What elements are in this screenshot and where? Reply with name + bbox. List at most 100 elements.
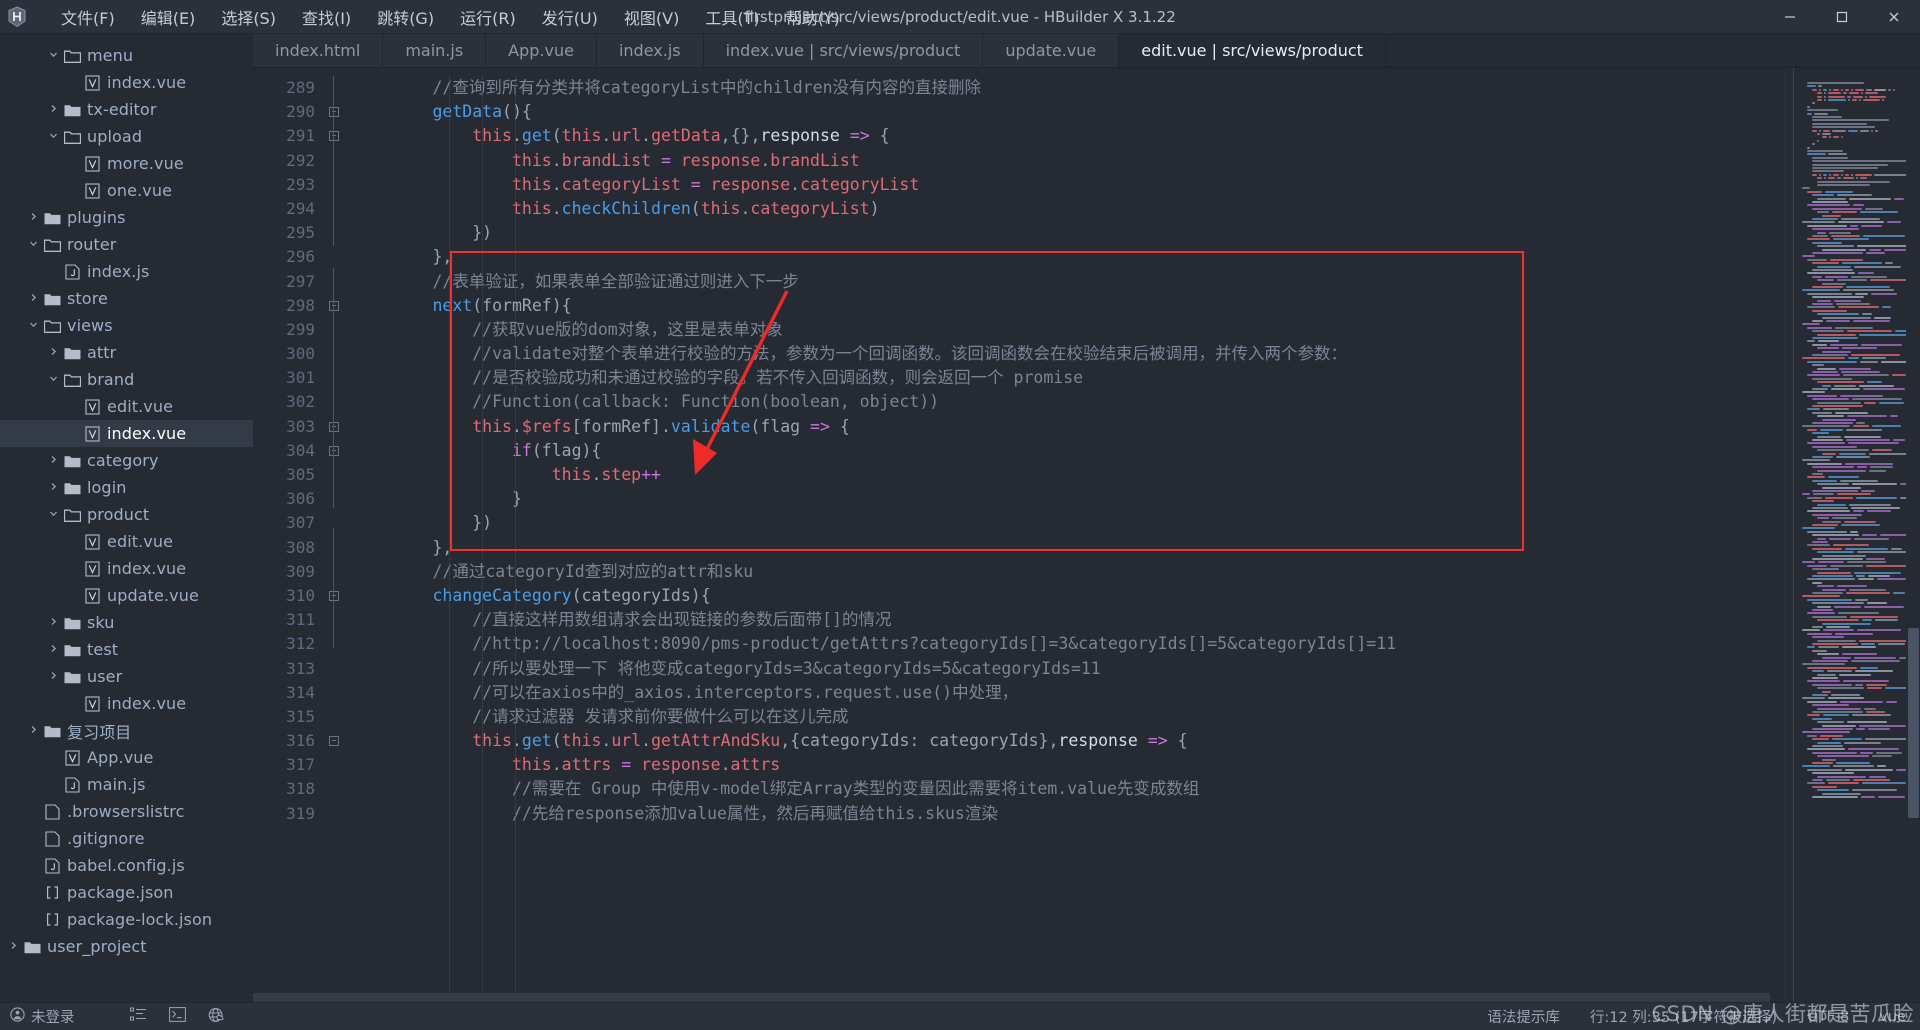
code-line[interactable]: //查询到所有分类并将categoryList中的children没有内容的直接… [349, 76, 1784, 100]
chevron-right-icon[interactable] [26, 293, 41, 304]
tree-item-index-vue[interactable]: index.vue [0, 69, 253, 96]
chevron-down-icon[interactable] [46, 374, 61, 385]
code-line[interactable]: this.get(this.url.getData,{},response =>… [349, 124, 1784, 148]
account-status[interactable]: 未登录 [10, 1006, 75, 1027]
tree-item-index-js[interactable]: index.js [0, 258, 253, 285]
tree-item-more-vue[interactable]: more.vue [0, 150, 253, 177]
menu-run[interactable]: 运行(R) [447, 1, 529, 33]
tree-item-edit-vue[interactable]: edit.vue [0, 528, 253, 555]
editor-tab-update-vue[interactable]: update.vue [983, 34, 1120, 67]
code-line[interactable]: //可以在axios中的_axios.interceptors.request.… [349, 681, 1784, 705]
code-line[interactable]: this.$refs[formRef].validate(flag => { [349, 415, 1784, 439]
tree-item-package-lock-json[interactable]: package-lock.json [0, 906, 253, 933]
chevron-right-icon[interactable] [46, 455, 61, 466]
tree-item-----[interactable]: 复习项目 [0, 717, 253, 744]
tree-item-user-project[interactable]: user_project [0, 933, 253, 960]
tree-item-product[interactable]: product [0, 501, 253, 528]
terminal-icon[interactable] [168, 1007, 186, 1026]
chevron-right-icon[interactable] [46, 347, 61, 358]
code-line[interactable]: //直接这样用数组请求会出现链接的参数后面带[]的情况 [349, 608, 1784, 632]
menu-publish[interactable]: 发行(U) [529, 1, 611, 33]
code-line[interactable]: //需要在 Group 中使用v-model绑定Array类型的变量因此需要将i… [349, 777, 1784, 801]
code-line[interactable]: }, [349, 245, 1784, 269]
code-line[interactable]: this.step++ [349, 463, 1784, 487]
menu-find[interactable]: 查找(I) [289, 1, 364, 33]
tree-item-store[interactable]: store [0, 285, 253, 312]
fold-indicator-bar[interactable] [323, 68, 349, 1002]
tree-item--gitignore[interactable]: .gitignore [0, 825, 253, 852]
code-line[interactable]: //http://localhost:8090/pms-product/getA… [349, 632, 1784, 656]
code-line[interactable]: }, [349, 536, 1784, 560]
chevron-right-icon[interactable] [26, 725, 41, 736]
code-line[interactable]: this.get(this.url.getAttrAndSku,{categor… [349, 729, 1784, 753]
scrollbar-thumb[interactable] [1908, 628, 1919, 818]
chevron-down-icon[interactable] [46, 509, 61, 520]
encoding-label[interactable]: UTF-8 [1807, 1009, 1849, 1025]
code-line[interactable]: }) [349, 221, 1784, 245]
tree-item--browserslistrc[interactable]: .browserslistrc [0, 798, 253, 825]
tree-item-main-js[interactable]: main.js [0, 771, 253, 798]
chevron-right-icon[interactable] [46, 644, 61, 655]
tree-item-test[interactable]: test [0, 636, 253, 663]
tree-item-index-vue[interactable]: index.vue [0, 420, 253, 447]
tree-item-index-vue[interactable]: index.vue [0, 555, 253, 582]
code-line[interactable]: } [349, 487, 1784, 511]
tree-item-brand[interactable]: brand [0, 366, 253, 393]
project-file-tree[interactable]: menu index.vue tx-editor upload more.vue one.… [0, 34, 253, 1002]
syntax-library-label[interactable]: 语法提示库 [1487, 1006, 1560, 1027]
tree-item-plugins[interactable]: plugins [0, 204, 253, 231]
tree-item-category[interactable]: category [0, 447, 253, 474]
editor-tab-edit-vue[interactable]: edit.vue | src/views/product [1119, 34, 1386, 67]
tree-item-app-vue[interactable]: App.vue [0, 744, 253, 771]
code-minimap[interactable] [1784, 68, 1920, 1002]
cursor-position-label[interactable]: 行:12 列:35 (17字符被选择) [1590, 1006, 1777, 1027]
code-line[interactable]: this.categoryList = response.categoryLis… [349, 173, 1784, 197]
code-line[interactable]: //是否校验成功和未通过校验的字段。若不传入回调函数，则会返回一个 promis… [349, 366, 1784, 390]
code-line[interactable]: //通过categoryId查到对应的attr和sku [349, 560, 1784, 584]
chevron-right-icon[interactable] [46, 482, 61, 493]
code-line[interactable]: }) [349, 511, 1784, 535]
code-line[interactable]: changeCategory(categoryIds){ [349, 584, 1784, 608]
code-line[interactable]: //获取vue版的dom对象，这里是表单对象 [349, 318, 1784, 342]
tree-item-package-json[interactable]: package.json [0, 879, 253, 906]
editor-tab-bar[interactable]: index.html main.js App.vue index.js index.vu… [253, 34, 1920, 68]
tree-item-one-vue[interactable]: one.vue [0, 177, 253, 204]
maximize-button[interactable] [1816, 0, 1868, 34]
menu-bar[interactable]: 文件(F) 编辑(E) 选择(S) 查找(I) 跳转(G) 运行(R) 发行(U… [48, 0, 853, 34]
chevron-right-icon[interactable] [46, 617, 61, 628]
horizontal-scrollbar[interactable] [253, 993, 1770, 1002]
code-line[interactable]: //所以要处理一下 将他变成categoryIds=3&categoryIds=… [349, 657, 1784, 681]
code-line[interactable]: this.attrs = response.attrs [349, 753, 1784, 777]
editor-tab-index-html[interactable]: index.html [253, 34, 384, 67]
tree-item-login[interactable]: login [0, 474, 253, 501]
chevron-right-icon[interactable] [46, 671, 61, 682]
menu-goto[interactable]: 跳转(G) [364, 1, 447, 33]
tree-item-babel-config-js[interactable]: babel.config.js [0, 852, 253, 879]
menu-edit[interactable]: 编辑(E) [128, 1, 209, 33]
code-line[interactable]: this.checkChildren(this.categoryList) [349, 197, 1784, 221]
tree-item-views[interactable]: views [0, 312, 253, 339]
code-line[interactable]: //validate对整个表单进行校验的方法，参数为一个回调函数。该回调函数会在… [349, 342, 1784, 366]
tree-item-update-vue[interactable]: update.vue [0, 582, 253, 609]
chevron-down-icon[interactable] [46, 50, 61, 61]
code-line[interactable]: this.brandList = response.brandList [349, 149, 1784, 173]
tree-item-sku[interactable]: sku [0, 609, 253, 636]
editor-tab-main-js[interactable]: main.js [383, 34, 487, 67]
code-line[interactable]: if(flag){ [349, 439, 1784, 463]
chevron-down-icon[interactable] [26, 239, 41, 250]
tree-item-router[interactable]: router [0, 231, 253, 258]
menu-view[interactable]: 视图(V) [611, 1, 692, 33]
menu-file[interactable]: 文件(F) [48, 1, 128, 33]
tree-item-menu[interactable]: menu [0, 42, 253, 69]
menu-select[interactable]: 选择(S) [208, 1, 289, 33]
editor-tab-app-vue[interactable]: App.vue [486, 34, 597, 67]
editor-tab-index-vue[interactable]: index.vue | src/views/product [703, 34, 984, 67]
close-button[interactable] [1868, 0, 1920, 34]
code-line[interactable]: //先给response添加value属性，然后再赋值给this.skus渲染 [349, 802, 1784, 826]
minimize-button[interactable] [1764, 0, 1816, 34]
chevron-down-icon[interactable] [46, 131, 61, 142]
tree-item-attr[interactable]: attr [0, 339, 253, 366]
tree-item-user[interactable]: user [0, 663, 253, 690]
tree-item-edit-vue[interactable]: edit.vue [0, 393, 253, 420]
code-editor[interactable]: 289 290−291−292 293 294 295 296 297 298−299 300 3… [253, 68, 1920, 1002]
